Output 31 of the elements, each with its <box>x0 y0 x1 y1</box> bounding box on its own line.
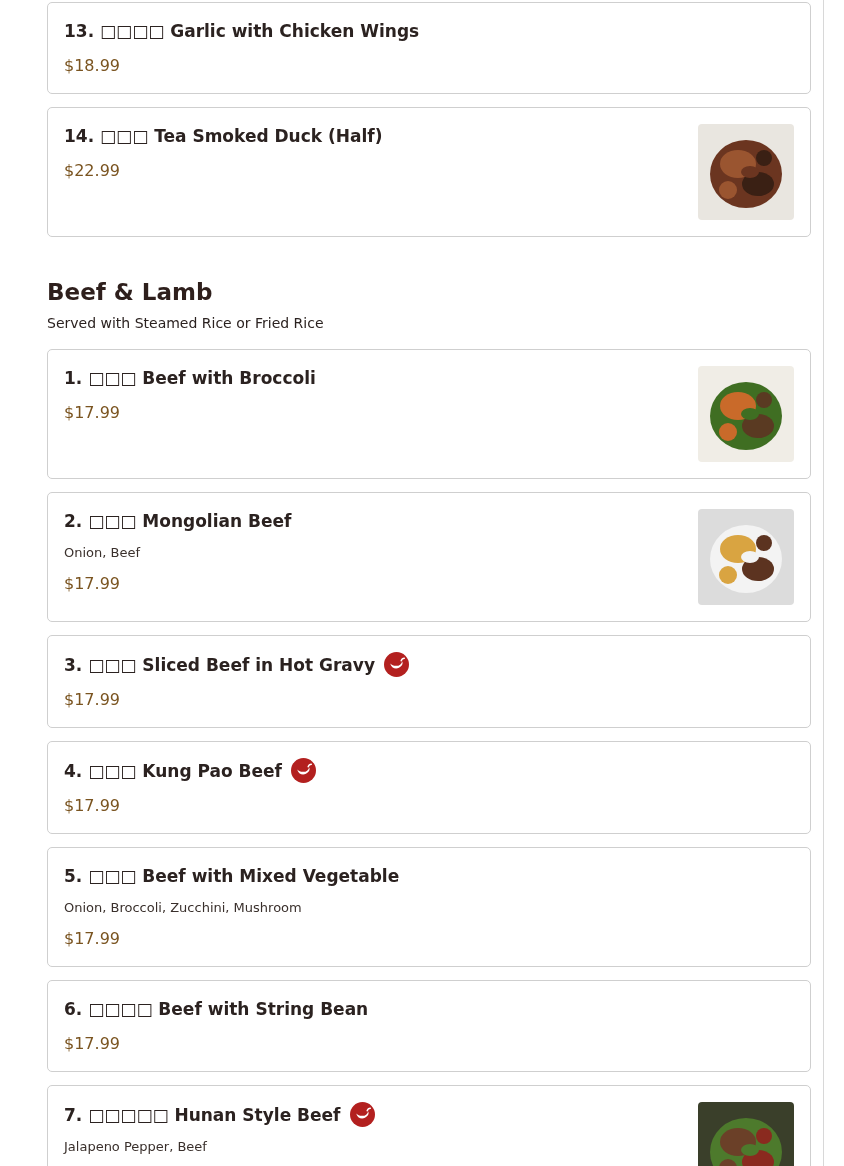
menu-item-card[interactable]: 13. □□□□ Garlic with Chicken Wings $18.99 <box>47 2 811 94</box>
item-name: 2. □□□ Mongolian Beef <box>64 510 292 532</box>
item-name: 13. □□□□ Garlic with Chicken Wings <box>64 20 420 42</box>
item-price: $17.99 <box>64 689 121 711</box>
item-price: $17.99 <box>64 928 121 950</box>
item-name: 3. □□□ Sliced Beef in Hot Gravy <box>64 653 375 676</box>
item-name: 7. □□□□□ Hunan Style Beef <box>64 1103 341 1126</box>
item-name: 1. □□□ Beef with Broccoli <box>64 367 316 389</box>
item-price: $17.99 <box>64 1033 121 1055</box>
menu-item-card[interactable]: 6. □□□□ Beef with String Bean $17.99 <box>47 980 811 1072</box>
item-price: $18.99 <box>64 55 121 77</box>
menu-item-card[interactable]: 3. □□□ Sliced Beef in Hot Gravy $17.99 <box>47 635 811 728</box>
item-price: $17.99 <box>64 402 121 424</box>
menu-item-card[interactable]: 4. □□□ Kung Pao Beef $17.99 <box>47 741 811 834</box>
item-description: Onion, Broccoli, Zucchini, Mushroom <box>64 900 303 916</box>
item-name: 4. □□□ Kung Pao Beef <box>64 759 282 782</box>
section-subtitle: Served with Steamed Rice or Fried Rice <box>47 314 325 333</box>
item-price: $17.99 <box>64 573 121 595</box>
item-name: 6. □□□□ Beef with String Bean <box>64 998 369 1020</box>
menu-item-card[interactable]: 14. □□□ Tea Smoked Duck (Half) $22.99 <box>47 107 811 237</box>
menu-item-card[interactable]: 2. □□□ Mongolian Beef Onion, Beef $17.99 <box>47 492 811 622</box>
section-title: Beef & Lamb <box>47 278 214 307</box>
item-price: $22.99 <box>64 160 121 182</box>
item-price: $17.99 <box>64 795 121 817</box>
item-description: Onion, Beef <box>64 545 142 561</box>
item-description: Jalapeno Pepper, Beef <box>64 1139 208 1155</box>
menu-item-card[interactable]: 7. □□□□□ Hunan Style Beef Jalapeno Pepper, Beef <box>47 1085 811 1166</box>
item-name: 5. □□□ Beef with Mixed Vegetable <box>64 865 400 887</box>
menu-item-card[interactable]: 5. □□□ Beef with Mixed Vegetable Onion, Broccoli, Zucchini, Mushroom $17.99 <box>47 847 811 967</box>
item-name: 14. □□□ Tea Smoked Duck (Half) <box>64 125 383 147</box>
menu-item-card[interactable]: 1. □□□ Beef with Broccoli $17.99 <box>47 349 811 479</box>
